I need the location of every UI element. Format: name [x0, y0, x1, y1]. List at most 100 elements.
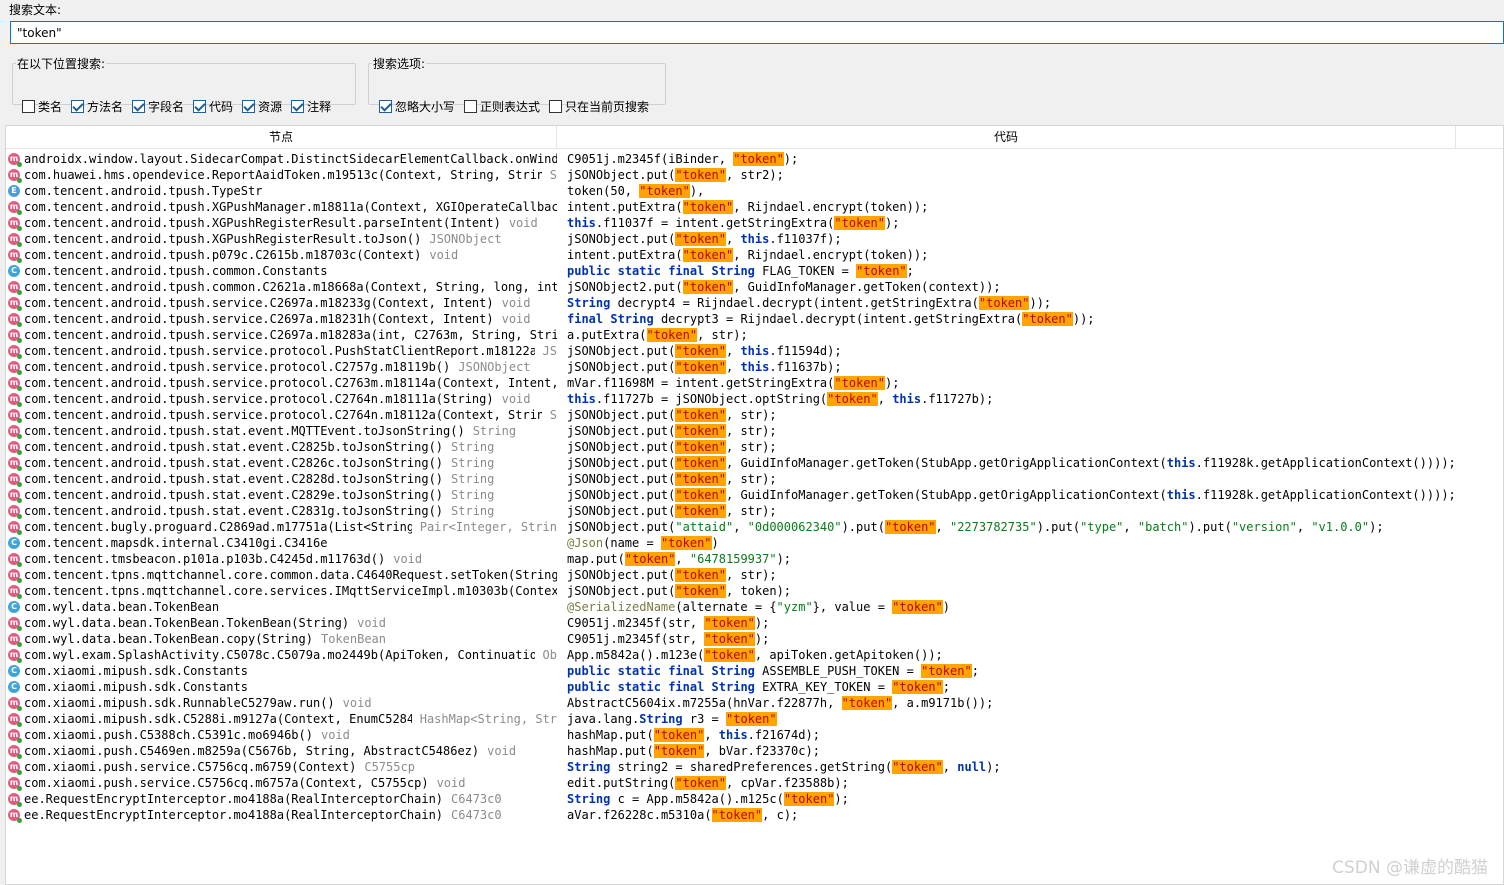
- node-cell[interactable]: m com.tencent.android.tpush.common.C2621a…: [6, 279, 557, 295]
- node-cell[interactable]: m com.xiaomi.push.service.C5756cq.m6757a(…: [6, 775, 557, 791]
- node-cell[interactable]: m com.tencent.android.tpush.p079c.C2615b.…: [6, 247, 557, 263]
- node-cell[interactable]: m com.tencent.android.tpush.stat.event.C2…: [6, 471, 557, 487]
- node-cell[interactable]: m com.xiaomi.push.C5388ch.C5391c.mo6946b(…: [6, 727, 557, 743]
- code-cell[interactable]: final String decrypt3 = Rijndael.decrypt…: [557, 311, 1487, 327]
- code-cell[interactable]: jSONObject2.put("token", GuidInfoManager…: [557, 279, 1487, 295]
- code-cell[interactable]: @Json(name = "token"): [557, 535, 1487, 551]
- option-checkbox-2[interactable]: 正则表达式: [464, 98, 540, 115]
- code-cell[interactable]: hashMap.put("token", this.f21674d);: [557, 727, 1487, 743]
- table-row[interactable]: m com.xiaomi.push.C5388ch.C5391c.mo6946b(…: [6, 727, 1503, 743]
- code-cell[interactable]: jSONObject.put("token", this.f11637b);: [557, 359, 1487, 375]
- node-cell[interactable]: Ccom.wyl.data.bean.TokenBean: [6, 599, 557, 615]
- table-row[interactable]: m com.tencent.android.tpush.service.C2697…: [6, 295, 1503, 311]
- table-row[interactable]: m com.tencent.tpns.mqttchannel.core.servi…: [6, 583, 1503, 599]
- node-cell[interactable]: m com.tencent.android.tpush.XGPushManager…: [6, 199, 557, 215]
- table-row[interactable]: m com.tencent.android.tpush.XGPushRegiste…: [6, 215, 1503, 231]
- table-row[interactable]: Ccom.wyl.data.bean.TokenBean @SerializedN…: [6, 599, 1503, 615]
- node-cell[interactable]: Ccom.tencent.android.tpush.common.Consta…: [6, 263, 557, 279]
- node-cell[interactable]: m com.tencent.android.tpush.service.proto…: [6, 343, 557, 359]
- table-row[interactable]: m com.tencent.android.tpush.service.proto…: [6, 343, 1503, 359]
- column-header-node[interactable]: 节点: [6, 126, 557, 149]
- code-cell[interactable]: jSONObject.put("token", str2);: [557, 167, 1487, 183]
- code-cell[interactable]: jSONObject.put("token", this.f11037f);: [557, 231, 1487, 247]
- node-cell[interactable]: m com.tencent.android.tpush.stat.event.C2…: [6, 439, 557, 455]
- table-row[interactable]: Ecom.tencent.android.tpush.TypeStr token(…: [6, 183, 1503, 199]
- table-row[interactable]: m com.tencent.android.tpush.stat.event.C2…: [6, 439, 1503, 455]
- table-row[interactable]: m com.wyl.data.bean.TokenBean.TokenBean(S…: [6, 615, 1503, 631]
- option-checkbox-5[interactable]: 资源: [242, 98, 282, 115]
- code-cell[interactable]: a.putExtra("token", str);: [557, 327, 1487, 343]
- code-cell[interactable]: intent.putExtra("token", Rijndael.encryp…: [557, 247, 1487, 263]
- table-row[interactable]: m ee.RequestEncryptInterceptor.mo4188a(Re…: [6, 807, 1503, 823]
- code-cell[interactable]: public static final String EXTRA_KEY_TOK…: [557, 679, 1487, 695]
- table-row[interactable]: m com.wyl.exam.SplashActivity.C5078c.C507…: [6, 647, 1503, 663]
- code-cell[interactable]: jSONObject.put("attaid", "0d000062340").…: [557, 519, 1487, 535]
- option-checkbox-1[interactable]: 类名: [22, 98, 62, 115]
- option-checkbox-1[interactable]: 忽略大小写: [379, 98, 455, 115]
- table-row[interactable]: Ccom.xiaomi.mipush.sdk.Constants public s…: [6, 663, 1503, 679]
- table-row[interactable]: m com.tencent.tmsbeacon.p101a.p103b.C4245…: [6, 551, 1503, 567]
- node-cell[interactable]: m com.wyl.exam.SplashActivity.C5078c.C507…: [6, 647, 557, 663]
- table-row[interactable]: m androidx.window.layout.SidecarCompat.Di…: [6, 151, 1503, 167]
- code-cell[interactable]: @SerializedName(alternate = {"yzm"}, val…: [557, 599, 1487, 615]
- table-row[interactable]: m com.tencent.android.tpush.service.C2697…: [6, 327, 1503, 343]
- option-checkbox-2[interactable]: 方法名: [71, 98, 123, 115]
- code-cell[interactable]: this.f11037f = intent.getStringExtra("to…: [557, 215, 1487, 231]
- code-cell[interactable]: App.m5842a().m123e("token", apiToken.get…: [557, 647, 1487, 663]
- table-row[interactable]: m com.tencent.android.tpush.service.C2697…: [6, 311, 1503, 327]
- code-cell[interactable]: mVar.f11698M = intent.getStringExtra("to…: [557, 375, 1487, 391]
- option-checkbox-3[interactable]: 只在当前页搜索: [549, 98, 649, 115]
- checkbox[interactable]: [71, 100, 85, 113]
- node-cell[interactable]: m com.tencent.tpns.mqttchannel.core.commo…: [6, 567, 557, 583]
- node-cell[interactable]: Ecom.tencent.android.tpush.TypeStr: [6, 183, 557, 199]
- option-checkbox-4[interactable]: 代码: [193, 98, 233, 115]
- code-cell[interactable]: jSONObject.put("token", GuidInfoManager.…: [557, 455, 1487, 471]
- code-cell[interactable]: jSONObject.put("token", str);: [557, 471, 1487, 487]
- table-row[interactable]: m com.tencent.android.tpush.service.proto…: [6, 375, 1503, 391]
- code-cell[interactable]: String c = App.m5842a().m125c("token");: [557, 791, 1487, 807]
- checkbox[interactable]: [379, 100, 392, 113]
- code-cell[interactable]: AbstractC5604ix.m7255a(hnVar.f22877h, "t…: [557, 695, 1487, 711]
- code-cell[interactable]: jSONObject.put("token", str);: [557, 407, 1487, 423]
- search-input[interactable]: [10, 21, 1504, 44]
- node-cell[interactable]: m com.wyl.data.bean.TokenBean.TokenBean(S…: [6, 615, 557, 631]
- node-cell[interactable]: m com.tencent.android.tpush.stat.event.MQ…: [6, 423, 557, 439]
- node-cell[interactable]: m com.xiaomi.push.service.C5756cq.m6759(C…: [6, 759, 557, 775]
- code-cell[interactable]: intent.putExtra("token", Rijndael.encryp…: [557, 199, 1487, 215]
- node-cell[interactable]: m com.tencent.android.tpush.service.proto…: [6, 375, 557, 391]
- checkbox[interactable]: [291, 100, 305, 113]
- table-row[interactable]: m com.tencent.tpns.mqttchannel.core.commo…: [6, 567, 1503, 583]
- table-row[interactable]: m com.tencent.android.tpush.common.C2621a…: [6, 279, 1503, 295]
- table-row[interactable]: m com.tencent.android.tpush.stat.event.C2…: [6, 471, 1503, 487]
- table-row[interactable]: m com.tencent.android.tpush.stat.event.MQ…: [6, 423, 1503, 439]
- table-row[interactable]: m com.xiaomi.mipush.sdk.RunnableC5279aw.r…: [6, 695, 1503, 711]
- code-cell[interactable]: jSONObject.put("token", GuidInfoManager.…: [557, 487, 1487, 503]
- checkbox[interactable]: [193, 100, 207, 113]
- node-cell[interactable]: Ccom.xiaomi.mipush.sdk.Constants: [6, 663, 557, 679]
- table-row[interactable]: m com.tencent.android.tpush.service.proto…: [6, 359, 1503, 375]
- table-row[interactable]: m com.wyl.data.bean.TokenBean.copy(String…: [6, 631, 1503, 647]
- code-cell[interactable]: jSONObject.put("token", token);: [557, 583, 1487, 599]
- node-cell[interactable]: Ccom.xiaomi.mipush.sdk.Constants: [6, 679, 557, 695]
- code-cell[interactable]: C9051j.m2345f(str, "token");: [557, 615, 1487, 631]
- node-cell[interactable]: m com.tencent.tpns.mqttchannel.core.servi…: [6, 583, 557, 599]
- node-cell[interactable]: m com.tencent.tmsbeacon.p101a.p103b.C4245…: [6, 551, 557, 567]
- code-cell[interactable]: C9051j.m2345f(iBinder, "token");: [557, 151, 1487, 167]
- node-cell[interactable]: m com.tencent.android.tpush.service.C2697…: [6, 327, 557, 343]
- code-cell[interactable]: hashMap.put("token", bVar.f23370c);: [557, 743, 1487, 759]
- code-cell[interactable]: jSONObject.put("token", str);: [557, 423, 1487, 439]
- table-row[interactable]: m com.tencent.android.tpush.p079c.C2615b.…: [6, 247, 1503, 263]
- table-row[interactable]: m com.xiaomi.mipush.sdk.C5288i.m9127a(Con…: [6, 711, 1503, 727]
- node-cell[interactable]: m com.tencent.android.tpush.service.proto…: [6, 407, 557, 423]
- node-cell[interactable]: Ccom.tencent.mapsdk.internal.C3410gi.C34…: [6, 535, 557, 551]
- node-cell[interactable]: m ee.RequestEncryptInterceptor.mo4188a(Re…: [6, 807, 557, 823]
- node-cell[interactable]: m com.xiaomi.mipush.sdk.C5288i.m9127a(Con…: [6, 711, 557, 727]
- column-header-code[interactable]: 代码: [557, 126, 1456, 149]
- table-row[interactable]: Ccom.tencent.android.tpush.common.Consta…: [6, 263, 1503, 279]
- node-cell[interactable]: m ee.RequestEncryptInterceptor.mo4188a(Re…: [6, 791, 557, 807]
- code-cell[interactable]: String string2 = sharedPreferences.getSt…: [557, 759, 1487, 775]
- checkbox[interactable]: [132, 100, 146, 113]
- table-row[interactable]: m com.tencent.android.tpush.service.proto…: [6, 391, 1503, 407]
- node-cell[interactable]: m com.tencent.android.tpush.service.C2697…: [6, 311, 557, 327]
- code-cell[interactable]: jSONObject.put("token", str);: [557, 567, 1487, 583]
